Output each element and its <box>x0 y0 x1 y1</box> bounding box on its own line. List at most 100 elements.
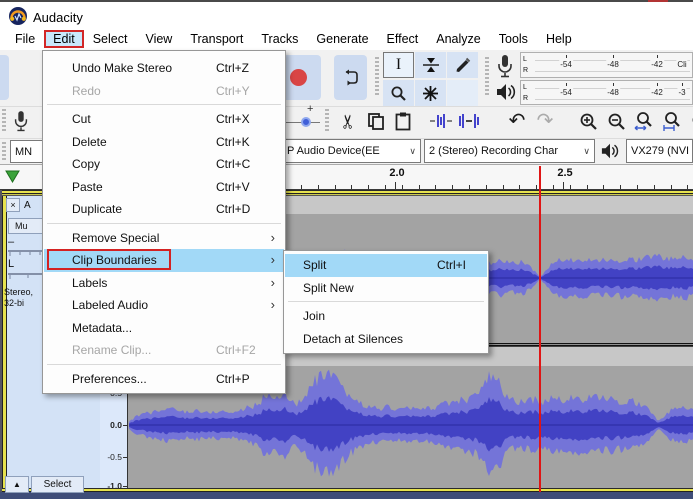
edit-menu-item-paste[interactable]: PasteCtrl+V <box>44 176 284 199</box>
recording-volume-mic-icon <box>12 109 30 133</box>
edit-menu-separator <box>47 104 281 105</box>
silence-audio-button[interactable] <box>456 108 482 134</box>
zoom-in-button[interactable] <box>575 108 601 134</box>
edit-menu-item-copy[interactable]: CopyCtrl+C <box>44 153 284 176</box>
menu-tools[interactable]: Tools <box>490 30 537 48</box>
edit-menu-item-redo[interactable]: RedoCtrl+Y <box>44 80 284 103</box>
menu-edit[interactable]: Edit <box>44 30 84 48</box>
meter-scale-value: -54 <box>559 60 573 69</box>
vruler-tick <box>123 486 127 487</box>
menu-select[interactable]: Select <box>84 30 137 48</box>
edit-menu-item-metadata[interactable]: Metadata... <box>44 317 284 340</box>
vruler-tick <box>123 457 127 458</box>
paste-button[interactable] <box>390 108 416 134</box>
clip-menu-item-join[interactable]: Join <box>285 305 487 328</box>
meter-right-label: R <box>523 67 528 74</box>
edit-menu-item-preferences[interactable]: Preferences...Ctrl+P <box>44 368 284 391</box>
meter-left-label: L <box>523 84 527 91</box>
edit-menu-item-delete[interactable]: DeleteCtrl+K <box>44 131 284 154</box>
scissors-icon: ✂ <box>339 113 358 129</box>
recording-device-dropdown[interactable]: P Audio Device(EE ∨ <box>283 139 421 163</box>
recording-channels-value: 2 (Stereo) Recording Char <box>429 145 558 157</box>
timeline-tick <box>469 185 470 189</box>
recording-meter[interactable]: L R -54-48-42Cli <box>520 52 693 78</box>
draw-tool-button[interactable] <box>447 52 478 78</box>
track-collapse-button[interactable]: ▲ <box>5 476 29 493</box>
playback-meter[interactable]: L R -54-48-42-3 <box>520 80 693 105</box>
pan-slider-l-label: L <box>8 258 14 271</box>
envelope-tool-button[interactable] <box>415 52 446 78</box>
edit-menu-item-rename-clip[interactable]: Rename Clip...Ctrl+F2 <box>44 339 284 362</box>
menu-item-label: Copy <box>72 157 100 171</box>
timeline-tick <box>603 185 604 189</box>
timeline-tick <box>351 185 352 189</box>
timeline-tick <box>637 185 638 189</box>
fit-selection-button[interactable] <box>631 108 657 134</box>
redo-button[interactable]: ↷ <box>532 108 558 134</box>
menu-item-label: Metadata... <box>72 321 132 335</box>
device-toolbar-grip[interactable] <box>2 142 6 162</box>
edit-menu-item-duplicate[interactable]: DuplicateCtrl+D <box>44 198 284 221</box>
menu-analyze[interactable]: Analyze <box>427 30 489 48</box>
trim-audio-button[interactable] <box>428 108 454 134</box>
clip-menu-item-split[interactable]: SplitCtrl+I <box>285 254 487 277</box>
edit-menu-item-labels[interactable]: Labels› <box>44 272 284 295</box>
edit-menu-separator <box>47 364 281 365</box>
selection-tool-button[interactable]: I <box>383 52 414 78</box>
timeline-tick <box>687 185 688 189</box>
meter-scale-tick <box>657 55 658 58</box>
volume-slider-thumb[interactable] <box>301 117 311 127</box>
recording-channels-dropdown[interactable]: 2 (Stereo) Recording Char ∨ <box>424 139 595 163</box>
timeline-tick <box>620 185 621 189</box>
track-select-button[interactable]: Select <box>31 476 84 493</box>
audacity-window: Audacity FileEditSelectViewTransportTrac… <box>0 0 693 499</box>
zoom-toggle-button[interactable] <box>687 108 693 134</box>
edit-menu-item-labeled-audio[interactable]: Labeled Audio› <box>44 294 284 317</box>
menu-generate[interactable]: Generate <box>307 30 377 48</box>
menu-view[interactable]: View <box>136 30 181 48</box>
recording-device-value: P Audio Device(EE <box>287 145 380 157</box>
menu-transport[interactable]: Transport <box>181 30 252 48</box>
playback-device-value: VX279 (NVI <box>631 145 689 157</box>
timeline-tick <box>671 185 672 189</box>
menu-item-label: Cut <box>72 112 91 126</box>
tools-toolbar-grip[interactable] <box>375 57 379 97</box>
mixer-toolbar-grip[interactable] <box>2 109 6 133</box>
track-close-button[interactable]: × <box>6 198 20 212</box>
menu-file[interactable]: File <box>6 30 44 48</box>
zoom-out-button[interactable] <box>603 108 629 134</box>
record-icon <box>290 69 307 86</box>
trim-icon <box>430 113 452 129</box>
edit-toolbar-grip[interactable] <box>325 109 329 133</box>
meter-scale-value: -3 <box>677 88 686 97</box>
zoom-tool-button[interactable] <box>383 80 414 106</box>
menu-effect[interactable]: Effect <box>378 30 428 48</box>
multi-tool-button[interactable] <box>415 80 446 106</box>
fit-project-button[interactable] <box>659 108 685 134</box>
clip-menu-item-detach-at-silences[interactable]: Detach at Silences <box>285 328 487 351</box>
timeline-tick <box>385 185 386 189</box>
edit-menu-item-clip-boundaries[interactable]: Clip Boundaries› <box>44 249 284 272</box>
pinned-play-indicator-icon[interactable] <box>5 170 20 183</box>
menu-item-shortcut: Ctrl+Z <box>216 61 249 75</box>
undo-button[interactable]: ↶ <box>504 108 530 134</box>
loop-button[interactable] <box>334 55 367 100</box>
track-name[interactable]: A <box>24 200 31 212</box>
meter-scale-value: -48 <box>606 88 620 97</box>
menu-item-shortcut: Ctrl+Y <box>216 84 250 98</box>
timeline-tick <box>435 185 436 189</box>
edit-menu-item-undo-make-stereo[interactable]: Undo Make StereoCtrl+Z <box>44 57 284 80</box>
menu-help[interactable]: Help <box>537 30 581 48</box>
copy-button[interactable] <box>363 108 389 134</box>
track-info-line1: Stereo, <box>4 287 33 298</box>
edit-menu-item-remove-special[interactable]: Remove Special› <box>44 227 284 250</box>
edit-menu-item-cut[interactable]: CutCtrl+X <box>44 108 284 131</box>
menu-tracks[interactable]: Tracks <box>252 30 307 48</box>
pause-button-partial[interactable] <box>0 55 9 100</box>
meter-scale-value: -48 <box>606 60 620 69</box>
cut-button[interactable]: ✂ <box>336 108 362 134</box>
playback-device-dropdown[interactable]: VX279 (NVI <box>626 139 693 163</box>
meter-scale-tick <box>682 83 683 86</box>
meter-toolbar-grip[interactable] <box>485 57 489 97</box>
clip-menu-item-split-new[interactable]: Split New <box>285 277 487 300</box>
